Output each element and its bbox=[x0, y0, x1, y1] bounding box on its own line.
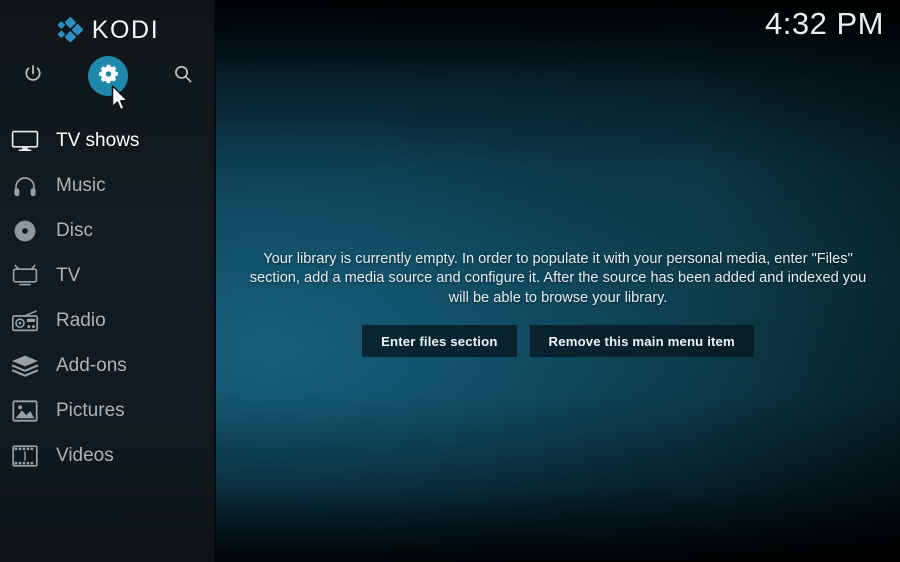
sidebar-item-label: TV shows bbox=[56, 130, 140, 151]
filmstrip-icon bbox=[8, 443, 42, 469]
enter-files-section-button[interactable]: Enter files section bbox=[362, 325, 517, 358]
sidebar-item-tv-shows[interactable]: TV shows bbox=[0, 118, 216, 163]
sidebar-item-label: TV bbox=[56, 265, 81, 286]
radio-icon bbox=[8, 308, 42, 334]
sidebar: KODI TV shows Music Disc TV Radio Add-on… bbox=[0, 0, 216, 562]
sidebar-item-label: Music bbox=[56, 175, 106, 196]
main-content-area: 4:32 PM Your library is currently empty.… bbox=[216, 0, 900, 562]
kodi-logo-icon bbox=[57, 17, 83, 43]
sidebar-item-label: Pictures bbox=[56, 400, 125, 421]
empty-library-message: Your library is currently empty. In orde… bbox=[249, 251, 867, 306]
search-icon bbox=[172, 63, 194, 90]
sidebar-toolbar bbox=[0, 56, 216, 96]
empty-library-panel: Your library is currently empty. In orde… bbox=[216, 250, 900, 358]
sidebar-menu: TV shows Music Disc TV Radio Add-ons Pic… bbox=[0, 118, 216, 478]
search-button[interactable] bbox=[163, 56, 203, 96]
power-icon bbox=[22, 63, 44, 90]
sidebar-item-videos[interactable]: Videos bbox=[0, 433, 216, 478]
sidebar-item-label: Add-ons bbox=[56, 355, 127, 376]
sidebar-item-add-ons[interactable]: Add-ons bbox=[0, 343, 216, 388]
sidebar-item-label: Videos bbox=[56, 445, 114, 466]
tv-monitor-icon bbox=[8, 128, 42, 154]
sidebar-item-pictures[interactable]: Pictures bbox=[0, 388, 216, 433]
sidebar-item-tv[interactable]: TV bbox=[0, 253, 216, 298]
remove-main-menu-item-button[interactable]: Remove this main menu item bbox=[529, 325, 754, 358]
kodi-window: 4:32 PM Your library is currently empty.… bbox=[0, 0, 900, 562]
crt-tv-icon bbox=[8, 263, 42, 289]
sidebar-item-radio[interactable]: Radio bbox=[0, 298, 216, 343]
addon-box-icon bbox=[8, 353, 42, 379]
sidebar-divider bbox=[214, 0, 216, 562]
app-logo: KODI bbox=[0, 12, 216, 48]
disc-icon bbox=[8, 218, 42, 244]
sidebar-item-label: Radio bbox=[56, 310, 106, 331]
sidebar-item-label: Disc bbox=[56, 220, 93, 241]
power-button[interactable] bbox=[13, 56, 53, 96]
sidebar-item-disc[interactable]: Disc bbox=[0, 208, 216, 253]
app-title: KODI bbox=[91, 15, 160, 44]
clock: 4:32 PM bbox=[765, 6, 884, 41]
headphones-icon bbox=[8, 173, 42, 199]
empty-library-actions: Enter files section Remove this main men… bbox=[216, 325, 900, 358]
sidebar-item-music[interactable]: Music bbox=[0, 163, 216, 208]
settings-button[interactable] bbox=[88, 56, 128, 96]
picture-icon bbox=[8, 398, 42, 424]
